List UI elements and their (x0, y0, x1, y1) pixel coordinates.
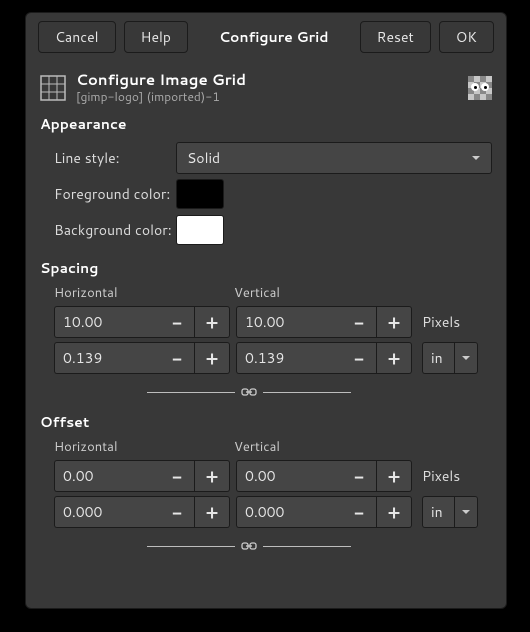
spacing-v-unit-input[interactable]: 0.139 (236, 342, 342, 374)
offset-horizontal-label: Horizontal (54, 438, 234, 456)
reset-button[interactable]: Reset (360, 21, 431, 53)
offset-h-pixels-spin: 0.00 − + (54, 460, 230, 492)
spacing-h-unit-minus[interactable]: − (160, 342, 195, 374)
offset-h-unit-spin: 0.000 − + (54, 496, 230, 528)
chevron-down-icon (471, 148, 481, 168)
spacing-v-pixels-spin: 10.00 − + (236, 306, 412, 338)
offset-h-unit-plus[interactable]: + (195, 496, 230, 528)
spacing-unit-combobox[interactable]: in (422, 342, 478, 374)
spacing-v-pixels-input[interactable]: 10.00 (236, 306, 342, 338)
offset-link-row (40, 536, 444, 556)
offset-v-unit-input[interactable]: 0.000 (236, 496, 342, 528)
spacing-section-title: Spacing (40, 258, 492, 278)
chain-link-icon[interactable] (241, 536, 257, 556)
spacing-h-pixels-plus[interactable]: + (195, 306, 230, 338)
spacing-pixels-unit-label: Pixels (422, 312, 460, 332)
offset-h-pixels-minus[interactable]: − (160, 460, 195, 492)
spacing-v-unit-spin: 0.139 − + (236, 342, 412, 374)
spacing-h-pixels-spin: 10.00 − + (54, 306, 230, 338)
help-button[interactable]: Help (124, 21, 188, 53)
chevron-down-icon (454, 342, 478, 374)
dialog-titlebar: Cancel Help Configure Grid Reset OK (26, 13, 506, 61)
offset-v-unit-minus[interactable]: − (342, 496, 377, 528)
offset-vertical-label: Vertical (234, 438, 414, 456)
offset-v-pixels-spin: 0.00 − + (236, 460, 412, 492)
spacing-vertical-label: Vertical (234, 284, 414, 302)
foreground-color-label: Foreground color: (54, 184, 176, 204)
spacing-unit-value: in (422, 342, 454, 374)
offset-pixels-unit-label: Pixels (422, 466, 460, 486)
cancel-button[interactable]: Cancel (38, 21, 116, 53)
background-color-well[interactable] (176, 215, 224, 245)
grid-icon (40, 75, 66, 101)
spacing-v-unit-plus[interactable]: + (377, 342, 412, 374)
spacing-h-unit-input[interactable]: 0.139 (54, 342, 160, 374)
chain-link-icon[interactable] (241, 382, 257, 402)
spacing-h-unit-plus[interactable]: + (195, 342, 230, 374)
line-style-value: Solid (187, 148, 220, 168)
offset-unit-value: in (422, 496, 454, 528)
offset-v-unit-plus[interactable]: + (377, 496, 412, 528)
spacing-h-pixels-minus[interactable]: − (160, 306, 195, 338)
spacing-h-unit-spin: 0.139 − + (54, 342, 230, 374)
foreground-color-well[interactable] (176, 179, 224, 209)
offset-v-pixels-minus[interactable]: − (342, 460, 377, 492)
chevron-down-icon (454, 496, 478, 528)
ok-button[interactable]: OK (439, 21, 494, 53)
offset-unit-combobox[interactable]: in (422, 496, 478, 528)
offset-v-pixels-input[interactable]: 0.00 (236, 460, 342, 492)
offset-h-pixels-plus[interactable]: + (195, 460, 230, 492)
spacing-v-unit-minus[interactable]: − (342, 342, 377, 374)
offset-h-unit-minus[interactable]: − (160, 496, 195, 528)
spacing-link-row (40, 382, 444, 402)
header-title: Configure Image Grid (76, 71, 458, 89)
spacing-horizontal-label: Horizontal (54, 284, 234, 302)
header-subtitle: [gimp-logo] (imported)-1 (76, 89, 458, 104)
background-color-label: Background color: (54, 220, 176, 240)
appearance-section-title: Appearance (40, 114, 492, 134)
line-style-label: Line style: (54, 148, 176, 168)
configure-grid-dialog: Cancel Help Configure Grid Reset OK Conf… (25, 12, 507, 609)
spacing-h-pixels-input[interactable]: 10.00 (54, 306, 160, 338)
offset-h-pixels-input[interactable]: 0.00 (54, 460, 160, 492)
image-thumbnail (468, 76, 492, 100)
offset-section-title: Offset (40, 412, 492, 432)
offset-v-unit-spin: 0.000 − + (236, 496, 412, 528)
spacing-v-pixels-minus[interactable]: − (342, 306, 377, 338)
offset-h-unit-input[interactable]: 0.000 (54, 496, 160, 528)
spacing-v-pixels-plus[interactable]: + (377, 306, 412, 338)
line-style-combobox[interactable]: Solid (176, 142, 492, 174)
dialog-title: Configure Grid (209, 27, 339, 47)
dialog-header: Configure Image Grid [gimp-logo] (import… (40, 71, 492, 104)
offset-v-pixels-plus[interactable]: + (377, 460, 412, 492)
